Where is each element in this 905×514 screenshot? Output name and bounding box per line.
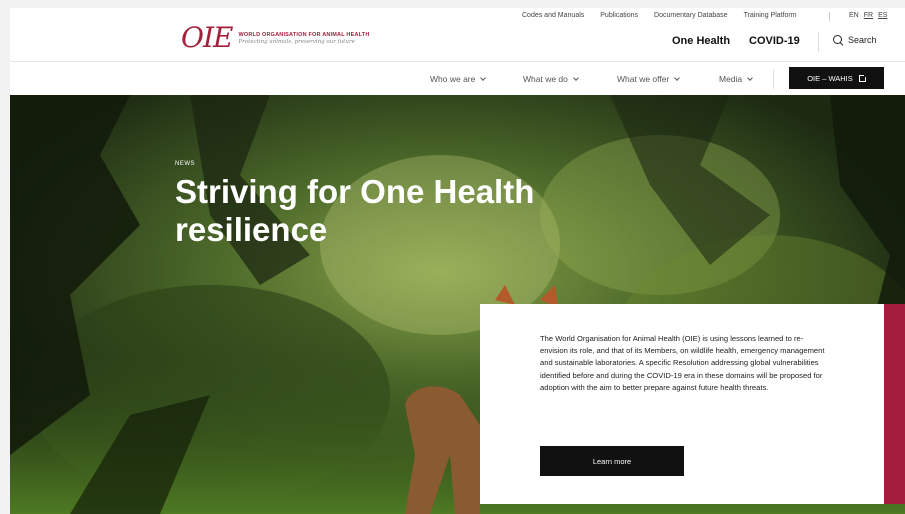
lang-fr[interactable]: FR	[864, 12, 873, 19]
lang-es[interactable]: ES	[878, 12, 887, 19]
search-button[interactable]: Search	[833, 35, 877, 45]
one-health-link[interactable]: One Health	[672, 35, 730, 47]
logo-tagline: Protecting animals, preserving our futur…	[238, 38, 355, 45]
nav-label: Who we are	[430, 74, 476, 84]
header-divider	[818, 32, 819, 52]
nav-what-we-do[interactable]: What we do	[523, 74, 579, 84]
util-link-training-platform[interactable]: Training Platform	[744, 12, 797, 19]
accent-bar	[884, 304, 905, 504]
hero-card: The World Organisation for Animal Health…	[480, 304, 884, 504]
search-label: Search	[848, 35, 877, 45]
site-header: OIE WORLD ORGANISATION FOR ANIMAL HEALTH…	[10, 8, 905, 61]
nav-what-we-offer[interactable]: What we offer	[617, 74, 681, 84]
wahis-label: OIE – WAHIS	[807, 73, 853, 83]
oie-logo[interactable]: OIE WORLD ORGANISATION FOR ANIMAL HEALTH…	[181, 24, 370, 52]
window-left-strip	[0, 0, 10, 514]
util-link-publications[interactable]: Publications	[600, 12, 638, 19]
lang-en[interactable]: EN	[849, 12, 859, 19]
logo-text: WORLD ORGANISATION FOR ANIMAL HEALTH Pro…	[238, 32, 369, 45]
util-link-documentary-database[interactable]: Documentary Database	[654, 12, 728, 19]
external-link-icon	[858, 73, 867, 82]
wahis-button[interactable]: OIE – WAHIS	[789, 67, 884, 89]
nav-media[interactable]: Media	[719, 74, 753, 84]
hero-banner: NEWS Striving for One Health resilience …	[10, 95, 905, 514]
nav-label: What we offer	[617, 74, 670, 84]
hero-title: Striving for One Health resilience	[175, 173, 535, 248]
search-icon	[833, 35, 843, 45]
language-switcher: EN FR ES	[849, 12, 887, 19]
main-nav: Who we are What we do What we offer Medi…	[10, 62, 905, 95]
logo-title: WORLD ORGANISATION FOR ANIMAL HEALTH	[238, 31, 370, 38]
nav-label: What we do	[523, 74, 568, 84]
nav-label: Media	[719, 74, 743, 84]
util-link-codes[interactable]: Codes and Manuals	[522, 12, 584, 19]
chevron-down-icon	[674, 74, 681, 81]
window-top-strip	[0, 0, 905, 8]
nav-who-we-are[interactable]: Who we are	[430, 74, 487, 84]
chevron-down-icon	[747, 74, 753, 81]
chevron-down-icon	[480, 74, 487, 81]
page: OIE WORLD ORGANISATION FOR ANIMAL HEALTH…	[10, 8, 905, 514]
nav-divider	[773, 69, 774, 89]
utility-divider	[829, 12, 830, 21]
logo-mark: OIE	[181, 21, 233, 54]
news-kicker: NEWS	[175, 161, 195, 167]
covid-link[interactable]: COVID-19	[749, 35, 800, 47]
utility-nav: Codes and Manuals Publications Documenta…	[522, 12, 813, 19]
learn-more-button[interactable]: Learn more	[540, 446, 684, 476]
hero-summary: The World Organisation for Animal Health…	[540, 334, 825, 392]
chevron-down-icon	[573, 74, 579, 81]
